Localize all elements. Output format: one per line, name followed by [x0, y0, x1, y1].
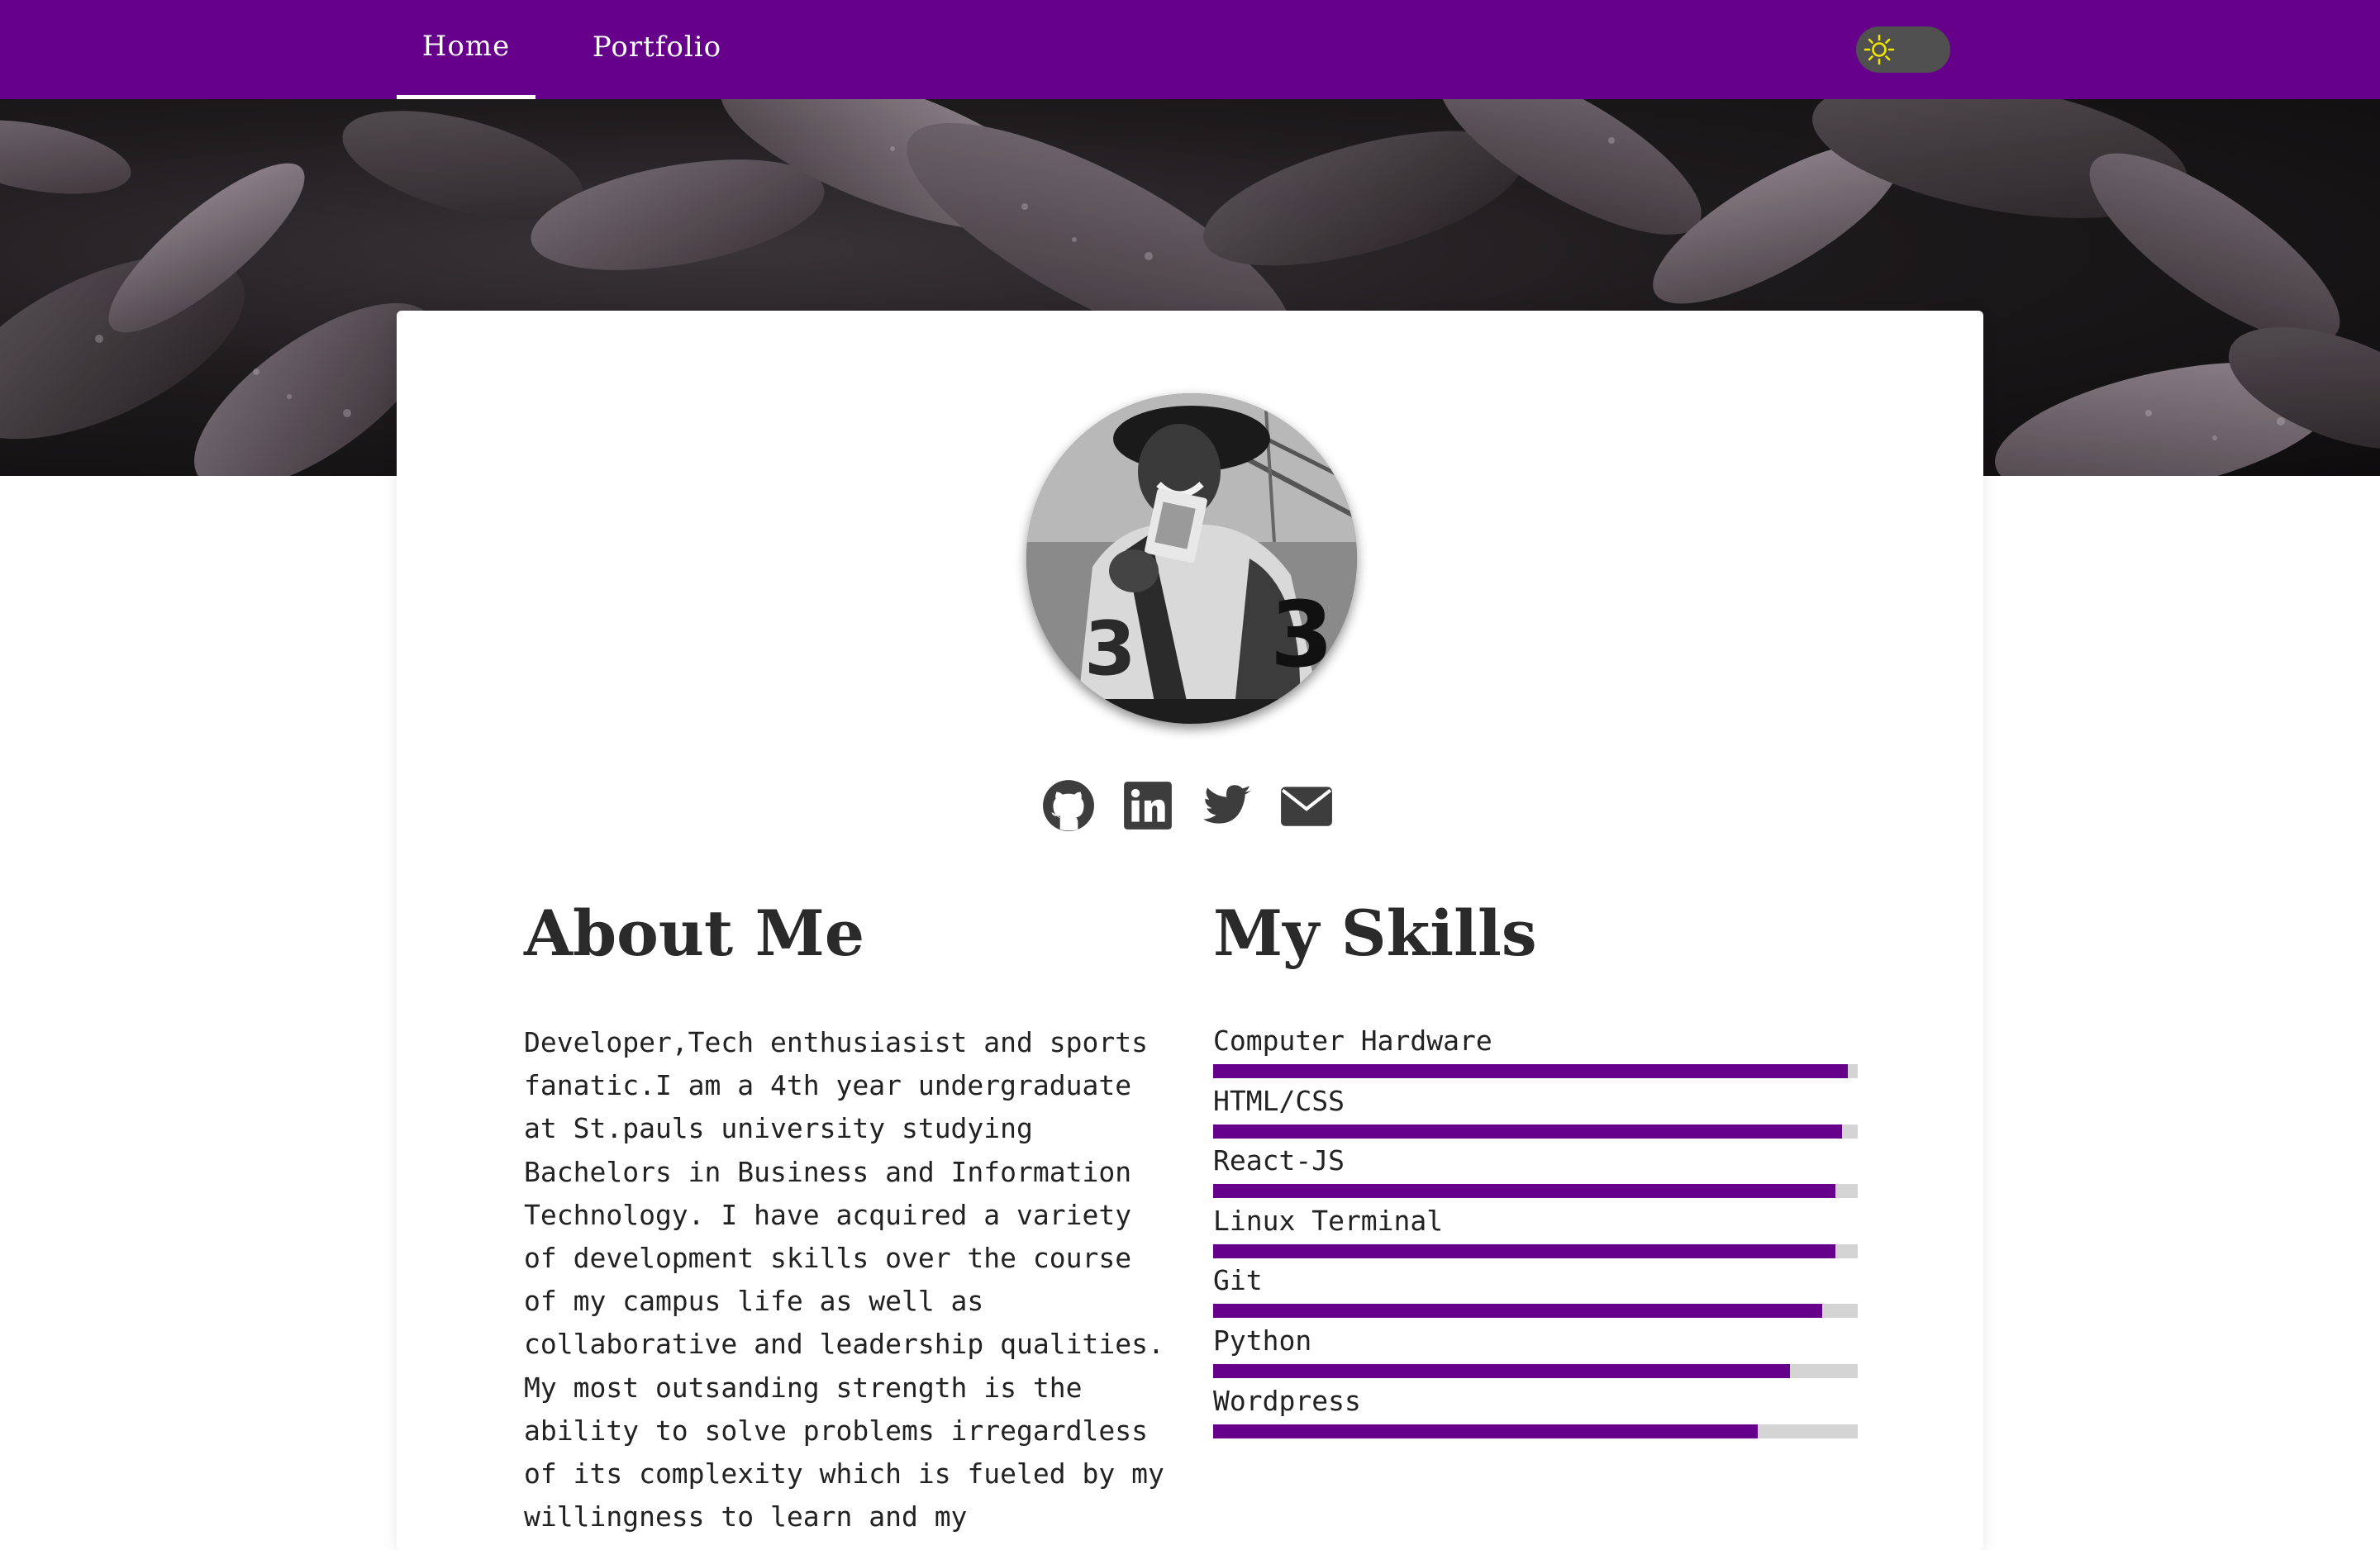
skill-progress-fill [1213, 1184, 1835, 1199]
skill-progress-bar [1213, 1064, 1858, 1078]
skill-progress-bar [1213, 1124, 1858, 1139]
about-title: About Me [524, 896, 865, 970]
nav-tab-home[interactable]: Home [397, 0, 536, 99]
skill-progress-fill [1213, 1243, 1835, 1258]
profile-photo: 3 3 [1026, 393, 1357, 724]
top-navbar: Home Portfolio [0, 0, 2380, 99]
about-text: Developer,Tech enthusiasist and sports f… [524, 1026, 1164, 1533]
skill-label: HTML/CSS [1213, 1084, 1345, 1117]
skill-label: Python [1213, 1324, 1312, 1357]
skill-progress-fill [1213, 1424, 1759, 1438]
svg-text:3: 3 [1270, 582, 1334, 687]
skill-progress-fill [1213, 1124, 1842, 1139]
skill-item: Computer Hardware [1213, 1023, 1858, 1083]
skill-item: Wordpress [1213, 1383, 1858, 1443]
skill-label: Git [1213, 1264, 1263, 1297]
skills-title: My Skills [1213, 896, 1537, 970]
skill-progress-fill [1213, 1363, 1791, 1378]
skill-progress-bar [1213, 1424, 1858, 1438]
skill-progress-bar [1213, 1304, 1858, 1319]
skill-progress-bar [1213, 1184, 1858, 1199]
skill-item: HTML/CSS [1213, 1083, 1858, 1143]
skill-label: Wordpress [1213, 1384, 1361, 1417]
theme-toggle[interactable] [1856, 26, 1950, 73]
envelope-icon[interactable] [1279, 778, 1334, 833]
sun-icon [1863, 33, 1896, 66]
nav-tab-portfolio[interactable]: Portfolio [570, 0, 744, 99]
profile-avatar: 3 3 [1026, 393, 1357, 724]
skill-label: Linux Terminal [1213, 1204, 1444, 1237]
twitter-icon[interactable] [1200, 778, 1254, 833]
skill-progress-bar [1213, 1363, 1858, 1378]
github-icon[interactable] [1041, 778, 1096, 833]
skill-label: Computer Hardware [1213, 1025, 1492, 1057]
skills-list: Computer Hardware HTML/CSS React-JS Linux T… [1213, 1023, 1858, 1443]
skill-item: React-JS [1213, 1143, 1858, 1203]
svg-text:3: 3 [1084, 606, 1136, 692]
skill-item: Git [1213, 1262, 1858, 1323]
skill-progress-fill [1213, 1064, 1849, 1078]
skill-progress-bar [1213, 1243, 1858, 1258]
skill-label: React-JS [1213, 1144, 1345, 1177]
profile-card: 3 3 About Me Developer,Tech enthusiasist… [397, 311, 1983, 1550]
skill-progress-fill [1213, 1304, 1823, 1319]
skill-item: Linux Terminal [1213, 1203, 1858, 1263]
linkedin-icon[interactable] [1121, 778, 1175, 833]
social-links [1041, 778, 1339, 836]
skill-item: Python [1213, 1323, 1858, 1383]
